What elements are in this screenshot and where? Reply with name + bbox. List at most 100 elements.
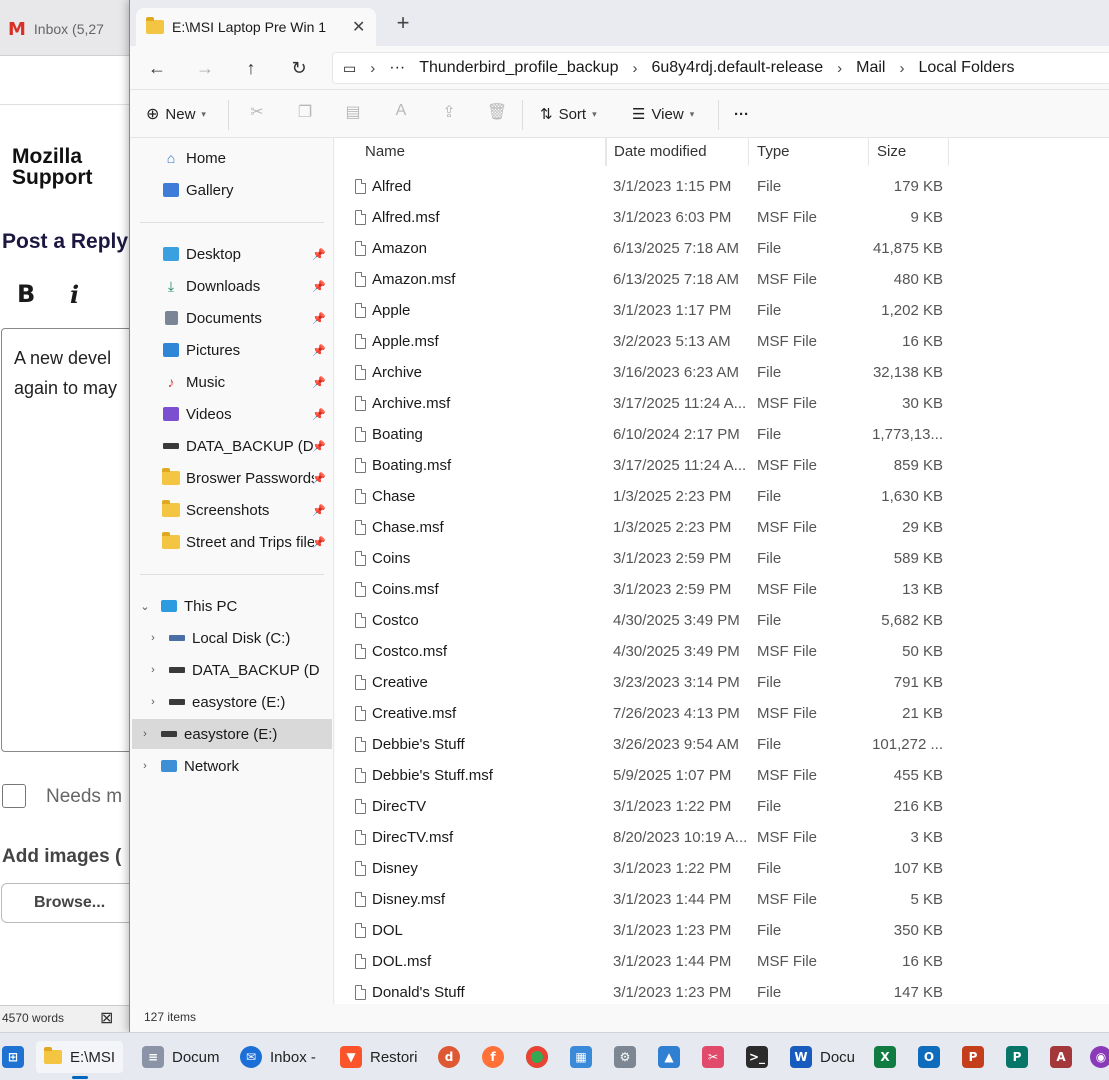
more-options-button[interactable]: ···	[734, 100, 749, 128]
file-row[interactable]: Chase 1/3/2025 2:23 PM File 1,630 KB	[335, 481, 1109, 512]
chevron-right-icon[interactable]: ›	[146, 664, 160, 676]
taskbar-terminal[interactable]: >_	[746, 1041, 768, 1073]
view-button[interactable]: ☰ View ▾	[632, 100, 694, 128]
pin-icon[interactable]: 📌	[312, 248, 326, 261]
file-row[interactable]: Coins 3/1/2023 2:59 PM File 589 KB	[335, 543, 1109, 574]
file-row[interactable]: Disney.msf 3/1/2023 1:44 PM MSF File 5 KB	[335, 884, 1109, 915]
file-row[interactable]: Disney 3/1/2023 1:22 PM File 107 KB	[335, 853, 1109, 884]
file-row[interactable]: Alfred.msf 3/1/2023 6:03 PM MSF File 9 KB	[335, 202, 1109, 233]
taskbar-duckduckgo[interactable]: d	[438, 1041, 460, 1073]
rename-icon[interactable]: A	[388, 102, 414, 126]
pin-icon[interactable]: 📌	[312, 408, 326, 421]
taskbar-publisher[interactable]: P	[1006, 1041, 1028, 1073]
sort-button[interactable]: ⇅ Sort ▾	[540, 100, 597, 128]
nav-item-data-backup-d[interactable]: › DATA_BACKUP (D:)	[130, 655, 332, 685]
taskbar-brave[interactable]: ▼ Restori	[340, 1041, 418, 1073]
nav-item-downloads[interactable]: ⤓ Downloads 📌	[130, 271, 332, 301]
nav-item-network[interactable]: › Network	[130, 751, 332, 781]
pin-icon[interactable]: 📌	[312, 344, 326, 357]
file-row[interactable]: Boating.msf 3/17/2025 11:24 A... MSF File 8…	[335, 450, 1109, 481]
taskbar-settings[interactable]: ⚙	[614, 1041, 636, 1073]
cut-icon[interactable]: ✂	[244, 102, 270, 126]
nav-item-street-and-trips[interactable]: Street and Trips files 📌	[130, 527, 332, 557]
word-count-icon[interactable]: ⊠	[100, 1008, 113, 1028]
pin-icon[interactable]: 📌	[312, 504, 326, 517]
nav-item-gallery[interactable]: Gallery	[130, 175, 332, 205]
taskbar-document[interactable]: ≡ Docum	[142, 1041, 220, 1073]
close-tab-icon[interactable]: ✕	[352, 17, 365, 37]
monitor-icon[interactable]: ▭	[343, 60, 356, 77]
pin-icon[interactable]: 📌	[312, 472, 326, 485]
file-row[interactable]: Chase.msf 1/3/2025 2:23 PM MSF File 29 KB	[335, 512, 1109, 543]
nav-item-easystore-e[interactable]: › easystore (E:)	[130, 687, 332, 717]
file-row[interactable]: Apple.msf 3/2/2023 5:13 AM MSF File 16 KB	[335, 326, 1109, 357]
nav-item-desktop[interactable]: Desktop 📌	[130, 239, 332, 269]
chevron-right-icon[interactable]: ›	[146, 696, 160, 708]
file-row[interactable]: Boating 6/10/2024 2:17 PM File 1,773,13...	[335, 419, 1109, 450]
back-arrow-icon[interactable]: ←	[142, 54, 172, 82]
taskbar-word[interactable]: W Docu	[790, 1041, 855, 1073]
forward-arrow-icon[interactable]: →	[190, 54, 220, 82]
browse-button[interactable]: Browse...	[1, 883, 141, 923]
file-row[interactable]: Debbie's Stuff 3/26/2023 9:54 AM File 101,2…	[335, 729, 1109, 760]
column-header-date[interactable]: Date modified	[605, 138, 749, 166]
column-header-name[interactable]: Name	[357, 138, 607, 166]
file-row[interactable]: Costco.msf 4/30/2025 3:49 PM MSF File 50 KB	[335, 636, 1109, 667]
ellipsis-icon[interactable]: ···	[389, 59, 405, 77]
file-row[interactable]: DirecTV 3/1/2023 1:22 PM File 216 KB	[335, 791, 1109, 822]
explorer-tab[interactable]: E:\MSI Laptop Pre Win 1 ✕	[136, 8, 376, 46]
nav-item-data-backup[interactable]: DATA_BACKUP (D:) 📌	[130, 431, 332, 461]
file-row[interactable]: Amazon 6/13/2025 7:18 AM File 41,875 KB	[335, 233, 1109, 264]
nav-item-music[interactable]: ♪ Music 📌	[130, 367, 332, 397]
file-row[interactable]: Donald's Stuff 3/1/2023 1:23 PM File 147 KB	[335, 977, 1109, 1004]
taskbar-outlook[interactable]: O	[918, 1041, 940, 1073]
file-row[interactable]: Debbie's Stuff.msf 5/9/2025 1:07 PM MSF Fi…	[335, 760, 1109, 791]
nav-item-local-disk-c[interactable]: › Local Disk (C:)	[130, 623, 332, 653]
nav-item-screenshots[interactable]: Screenshots 📌	[130, 495, 332, 525]
chevron-right-icon[interactable]: ›	[138, 728, 152, 740]
taskbar-photos[interactable]: ▲	[658, 1041, 680, 1073]
file-row[interactable]: Archive 3/16/2023 6:23 AM File 32,138 KB	[335, 357, 1109, 388]
nav-item-home[interactable]: ⌂ Home	[130, 143, 332, 173]
bold-button[interactable]: B	[17, 280, 35, 308]
pin-icon[interactable]: 📌	[312, 536, 326, 549]
pin-icon[interactable]: 📌	[312, 312, 326, 325]
italic-button[interactable]: i	[70, 280, 79, 309]
start-button[interactable]: ⊞	[2, 1041, 24, 1073]
reply-editor[interactable]: A new devel again to may	[1, 328, 141, 752]
chevron-right-icon[interactable]: ›	[138, 760, 152, 772]
file-row[interactable]: DOL.msf 3/1/2023 1:44 PM MSF File 16 KB	[335, 946, 1109, 977]
file-row[interactable]: Costco 4/30/2025 3:49 PM File 5,682 KB	[335, 605, 1109, 636]
file-row[interactable]: Archive.msf 3/17/2025 11:24 A... MSF File 3…	[335, 388, 1109, 419]
delete-icon[interactable]: 🗑	[484, 102, 510, 126]
nav-item-videos[interactable]: Videos 📌	[130, 399, 332, 429]
nav-item-documents[interactable]: Documents 📌	[130, 303, 332, 333]
taskbar-access[interactable]: A	[1050, 1041, 1072, 1073]
file-row[interactable]: Creative.msf 7/26/2023 4:13 PM MSF File 21 …	[335, 698, 1109, 729]
file-row[interactable]: Alfred 3/1/2023 1:15 PM File 179 KB	[335, 171, 1109, 202]
taskbar-control-panel[interactable]: ▦	[570, 1041, 592, 1073]
taskbar-powerpoint[interactable]: P	[962, 1041, 984, 1073]
taskbar-explorer[interactable]: E:\MSI	[36, 1041, 124, 1079]
new-tab-button[interactable]: +	[388, 10, 418, 36]
taskbar-firefox[interactable]: f	[482, 1041, 504, 1073]
breadcrumb-item[interactable]: Local Folders	[918, 59, 1014, 77]
mozilla-support-logo[interactable]: Mozilla Support	[12, 146, 92, 188]
up-arrow-icon[interactable]: ↑	[236, 54, 266, 82]
copy-icon[interactable]: ❐	[292, 102, 318, 126]
pin-icon[interactable]: 📌	[312, 376, 326, 389]
chevron-right-icon[interactable]: ›	[146, 632, 160, 644]
file-row[interactable]: Coins.msf 3/1/2023 2:59 PM MSF File 13 KB	[335, 574, 1109, 605]
taskbar-thunderbird[interactable]: ✉ Inbox -	[240, 1041, 316, 1073]
taskbar-chrome[interactable]	[526, 1041, 548, 1073]
breadcrumb[interactable]: ▭ › ··· Thunderbird_profile_backup › 6u8…	[332, 52, 1109, 84]
breadcrumb-item[interactable]: 6u8y4rdj.default-release	[651, 59, 823, 77]
file-row[interactable]: DirecTV.msf 8/20/2023 10:19 A... MSF File 3…	[335, 822, 1109, 853]
breadcrumb-item[interactable]: Thunderbird_profile_backup	[419, 59, 618, 77]
taskbar-podcast[interactable]: ◉	[1090, 1041, 1109, 1073]
column-header-type[interactable]: Type	[749, 138, 869, 166]
needs-more-info-checkbox[interactable]	[2, 784, 26, 808]
share-icon[interactable]: ⇪	[436, 102, 462, 126]
taskbar-excel[interactable]: X	[874, 1041, 896, 1073]
file-row[interactable]: Apple 3/1/2023 1:17 PM File 1,202 KB	[335, 295, 1109, 326]
